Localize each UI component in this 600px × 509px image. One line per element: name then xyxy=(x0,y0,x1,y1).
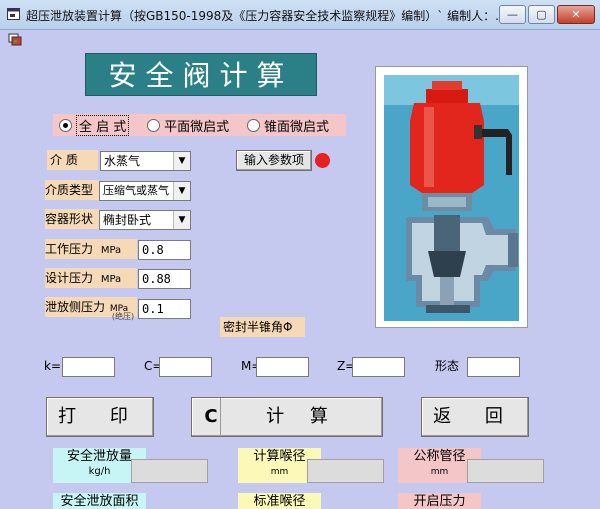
status-indicator-dot xyxy=(315,153,330,168)
radio-label: 全 启 式 xyxy=(76,114,130,136)
medium-type-label: 介质类型 xyxy=(45,180,99,200)
radio-label: 锥面微启式 xyxy=(263,119,329,135)
app-icon xyxy=(7,8,20,20)
valve-type-radio-group: 全 启 式 平面微启式 锥面微启式 xyxy=(53,114,346,136)
vessel-shape-label: 容器形状 xyxy=(45,209,99,229)
print-button[interactable]: 打 印 xyxy=(46,397,154,437)
radio-cone-low-lift[interactable]: 锥面微启式 xyxy=(241,114,329,136)
design-pressure-label: 设计压力 xyxy=(45,271,94,285)
work-pressure-input[interactable]: 0.8 xyxy=(138,240,191,260)
c-input[interactable] xyxy=(159,357,212,377)
button-divider xyxy=(220,398,221,436)
z-input[interactable] xyxy=(352,357,405,377)
radio-flat-low-lift[interactable]: 平面微启式 xyxy=(141,114,229,136)
radio-indicator[interactable] xyxy=(59,118,72,132)
radio-indicator[interactable] xyxy=(246,118,260,132)
chevron-down-icon[interactable]: ▼ xyxy=(173,152,190,170)
radio-indicator[interactable] xyxy=(147,118,161,132)
design-pressure-label-box: 设计压力 MPa xyxy=(45,268,137,288)
chevron-down-icon[interactable]: ▼ xyxy=(173,211,190,229)
design-pressure-unit: MPa xyxy=(100,274,122,285)
relief-pressure-label: 泄放侧压力 xyxy=(45,300,106,314)
state-label: 形态 xyxy=(435,359,460,373)
page-title: 安全阀计算 xyxy=(85,53,317,96)
window-title: 超压泄放装置计算（按GB150-1998及《压力容器安全技术监察规程》编制）` … xyxy=(26,9,507,23)
menu-bar xyxy=(0,30,600,48)
input-params-button[interactable]: 输入参数项 xyxy=(236,150,312,171)
medium-type-value: 压缩气或蒸气 xyxy=(103,184,169,197)
radio-label: 平面微启式 xyxy=(164,119,230,135)
back-button[interactable]: 返 回 xyxy=(421,397,529,437)
work-pressure-unit: MPa xyxy=(100,245,122,256)
k-label: k= xyxy=(44,359,62,373)
calculate-c-label: C xyxy=(204,406,218,427)
work-pressure-label-box: 工作压力 MPa xyxy=(45,239,137,259)
minimize-button[interactable]: — xyxy=(499,5,526,24)
medium-value: 水蒸气 xyxy=(104,154,141,168)
relief-area-label: 安全泄放面积 xyxy=(53,493,146,509)
calc-throat-output xyxy=(307,459,384,483)
maximize-button[interactable]: ▢ xyxy=(528,5,555,24)
seal-angle-label: 密封半锥角Φ xyxy=(220,317,305,337)
menu-icon[interactable] xyxy=(8,33,22,46)
safety-discharge-output xyxy=(131,459,208,483)
chevron-down-icon[interactable]: ▼ xyxy=(173,182,190,200)
medium-type-select[interactable]: 压缩气或蒸气 ▼ xyxy=(99,181,191,201)
set-pressure-label: 开启压力 xyxy=(398,493,481,509)
nominal-pipe-output xyxy=(467,459,544,483)
state-input[interactable] xyxy=(467,357,520,377)
vessel-shape-value: 椭封卧式 xyxy=(103,213,152,227)
work-pressure-label: 工作压力 xyxy=(45,242,94,256)
m-input[interactable] xyxy=(256,357,309,377)
absolute-pressure-note: (绝压) xyxy=(111,312,135,321)
calculate-button[interactable]: C 计 算 xyxy=(191,397,383,437)
medium-label: 介 质 xyxy=(47,150,98,170)
calculate-label: 计 算 xyxy=(266,406,338,427)
radio-full-lift[interactable]: 全 启 式 xyxy=(53,114,130,136)
k-input[interactable] xyxy=(62,357,115,377)
std-throat-label: 标准喉径 xyxy=(238,493,321,509)
close-button[interactable]: ✕ xyxy=(557,5,595,24)
vessel-shape-select[interactable]: 椭封卧式 ▼ xyxy=(99,210,191,230)
design-pressure-input[interactable]: 0.88 xyxy=(138,269,191,289)
relief-pressure-input[interactable]: 0.1 xyxy=(138,299,191,319)
medium-select[interactable]: 水蒸气 ▼ xyxy=(100,151,191,171)
safety-valve-image xyxy=(375,66,528,328)
title-bar: 超压泄放装置计算（按GB150-1998及《压力容器安全技术监察规程》编制）` … xyxy=(0,0,600,30)
